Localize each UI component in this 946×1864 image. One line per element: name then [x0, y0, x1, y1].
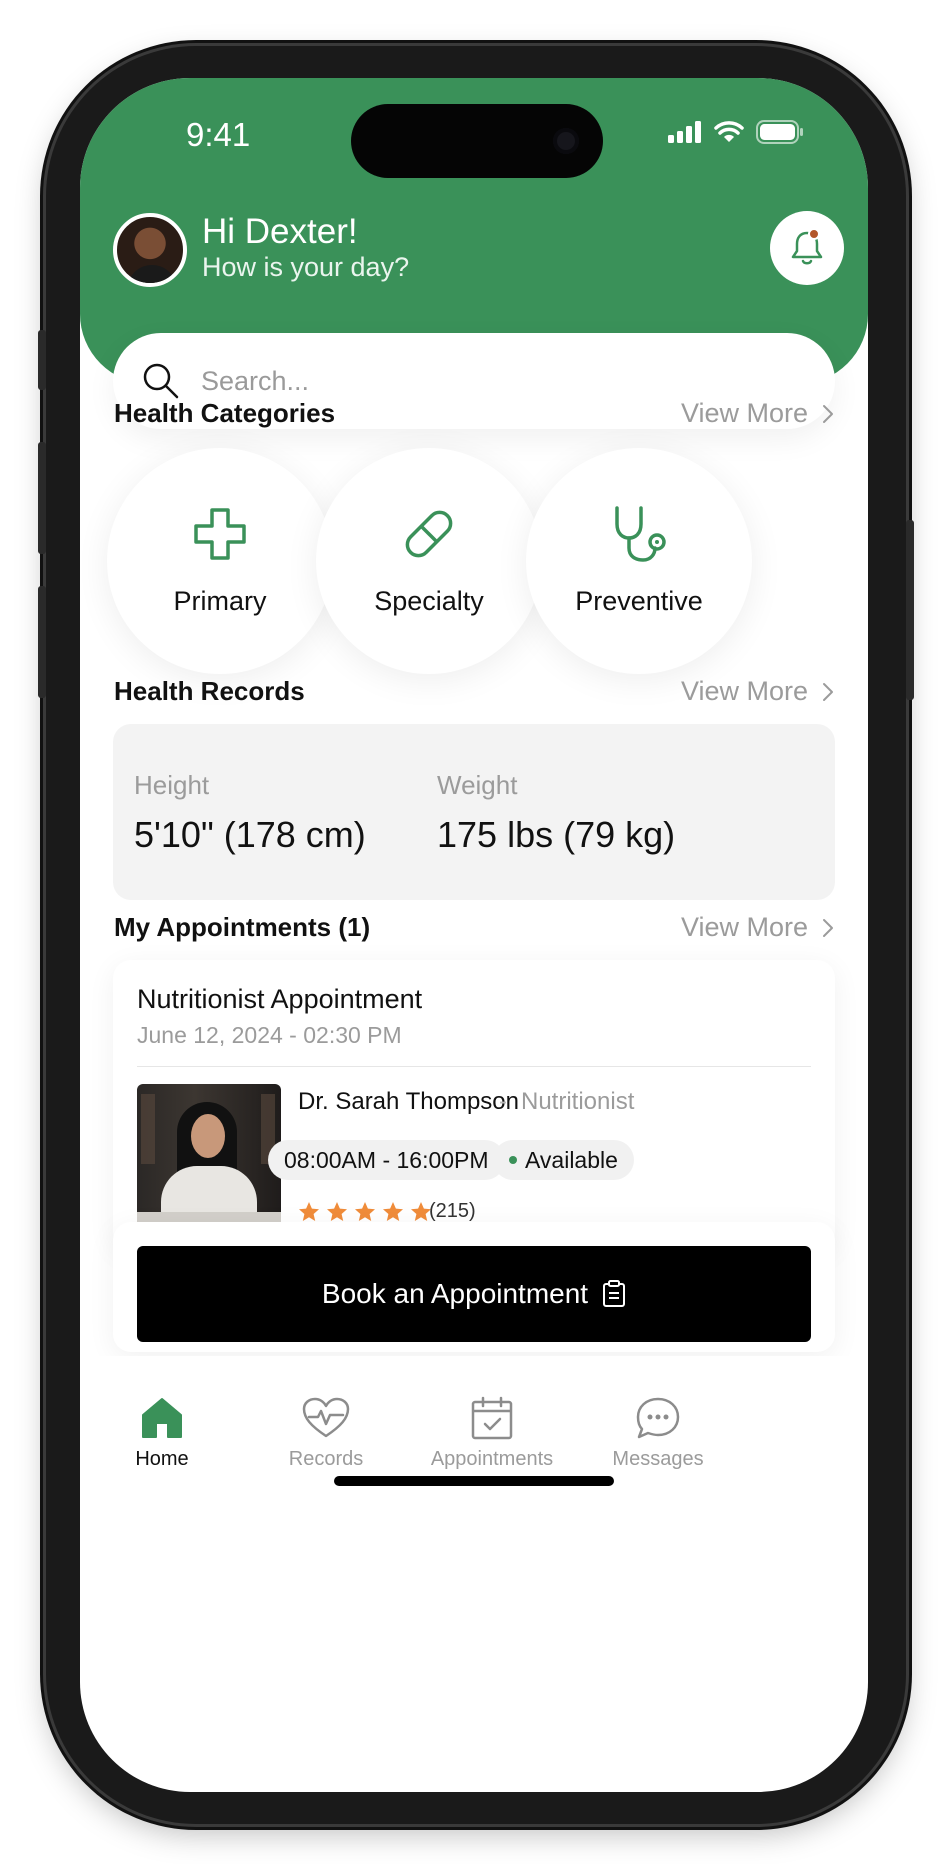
battery-icon — [756, 120, 803, 144]
bottom-tab-bar: Home Records Appointments Messages — [80, 1356, 868, 1550]
health-records-title: Health Records — [114, 676, 305, 706]
app-screen: 9:41 Hi Dexter! How is your day? Search.… — [80, 78, 868, 1792]
star-icon — [355, 1202, 375, 1221]
cellular-signal-icon — [668, 121, 701, 143]
view-more-label: View More — [680, 398, 808, 428]
height-value: 5'10" (178 cm) — [134, 814, 366, 855]
chat-bubble-icon — [636, 1397, 680, 1439]
view-more-label: View More — [680, 912, 808, 942]
stethoscope-icon — [615, 506, 666, 562]
hours-badge: 08:00AM - 16:00PM — [268, 1140, 505, 1180]
tab-messages[interactable]: Messages — [578, 1396, 738, 1471]
tab-records[interactable]: Records — [246, 1396, 406, 1471]
hours-text: 08:00AM - 16:00PM — [284, 1146, 489, 1173]
availability-text: Available — [525, 1146, 618, 1173]
notification-dot — [808, 228, 820, 240]
heart-pulse-icon — [302, 1397, 350, 1438]
dynamic-island — [351, 104, 603, 178]
doctor-photo — [137, 1084, 281, 1228]
star-icon — [383, 1202, 403, 1221]
avatar[interactable] — [113, 213, 187, 287]
volume-up-button — [38, 442, 46, 554]
view-more-label: View More — [680, 676, 808, 706]
category-label: Specialty — [374, 586, 484, 616]
tab-home[interactable]: Home — [82, 1396, 242, 1471]
status-time: 9:41 — [186, 116, 251, 153]
search-icon — [143, 363, 179, 399]
appointment-title: Nutritionist Appointment — [137, 984, 423, 1014]
chevron-right-icon — [823, 682, 833, 701]
notification-button[interactable] — [770, 211, 844, 285]
height-label: Height — [134, 770, 210, 800]
action-button — [38, 330, 46, 390]
greeting-name: Hi Dexter! — [202, 212, 358, 251]
category-label: Preventive — [575, 586, 703, 616]
tab-label: Messages — [612, 1448, 704, 1470]
doctor-separator: - — [499, 1088, 507, 1115]
book-appointment-label: Book an Appointment — [321, 1278, 589, 1309]
doctor-name: Dr. Sarah Thompson — [298, 1088, 520, 1115]
book-appointment-button[interactable]: Book an Appointment — [137, 1246, 811, 1342]
medical-cross-icon — [194, 508, 246, 560]
appointment-card[interactable]: Nutritionist Appointment June 12, 2024 -… — [113, 960, 835, 1250]
star-icon — [299, 1202, 319, 1221]
appointments-title: My Appointments (1) — [114, 912, 371, 942]
chevron-right-icon — [823, 404, 833, 423]
calendar-check-icon — [471, 1396, 513, 1440]
wifi-icon — [714, 121, 744, 142]
appointments-view-more[interactable]: View More — [681, 912, 834, 943]
appointment-date: June 12, 2024 - 02:30 PM — [137, 1022, 402, 1048]
category-label: Primary — [173, 586, 267, 616]
power-button — [906, 520, 914, 700]
health-records-card[interactable]: Height 5'10" (178 cm) Weight 175 lbs (79… — [113, 724, 835, 900]
doctor-role: Nutritionist — [521, 1088, 635, 1115]
available-dot-icon — [509, 1156, 517, 1164]
category-preventive[interactable]: Preventive — [526, 448, 752, 674]
category-specialty[interactable]: Specialty — [316, 448, 542, 674]
book-appointment-container: Book an Appointment — [113, 1222, 835, 1352]
health-categories-view-more[interactable]: View More — [681, 398, 834, 429]
weight-value: 175 lbs (79 kg) — [437, 814, 676, 855]
health-records-view-more[interactable]: View More — [681, 676, 834, 707]
category-primary[interactable]: Primary — [107, 448, 333, 674]
status-icons — [668, 120, 804, 144]
greeting-subtitle: How is your day? — [202, 252, 410, 282]
tab-appointments[interactable]: Appointments — [412, 1396, 572, 1471]
chevron-right-icon — [823, 918, 833, 937]
star-icon — [327, 1202, 347, 1221]
health-categories-title: Health Categories — [114, 398, 336, 428]
clipboard-icon — [603, 1280, 626, 1307]
tab-label: Home — [135, 1448, 189, 1470]
rating-stars — [297, 1200, 433, 1224]
review-count: (215) — [429, 1200, 476, 1222]
divider — [137, 1066, 811, 1067]
home-indicator — [334, 1476, 614, 1486]
tab-label: Records — [288, 1448, 364, 1470]
tab-label: Appointments — [430, 1448, 554, 1470]
volume-down-button — [38, 586, 46, 698]
availability-badge: Available — [493, 1140, 634, 1180]
home-icon — [142, 1398, 182, 1438]
pill-icon — [405, 510, 453, 558]
weight-label: Weight — [437, 770, 518, 800]
camera-icon — [553, 128, 579, 154]
